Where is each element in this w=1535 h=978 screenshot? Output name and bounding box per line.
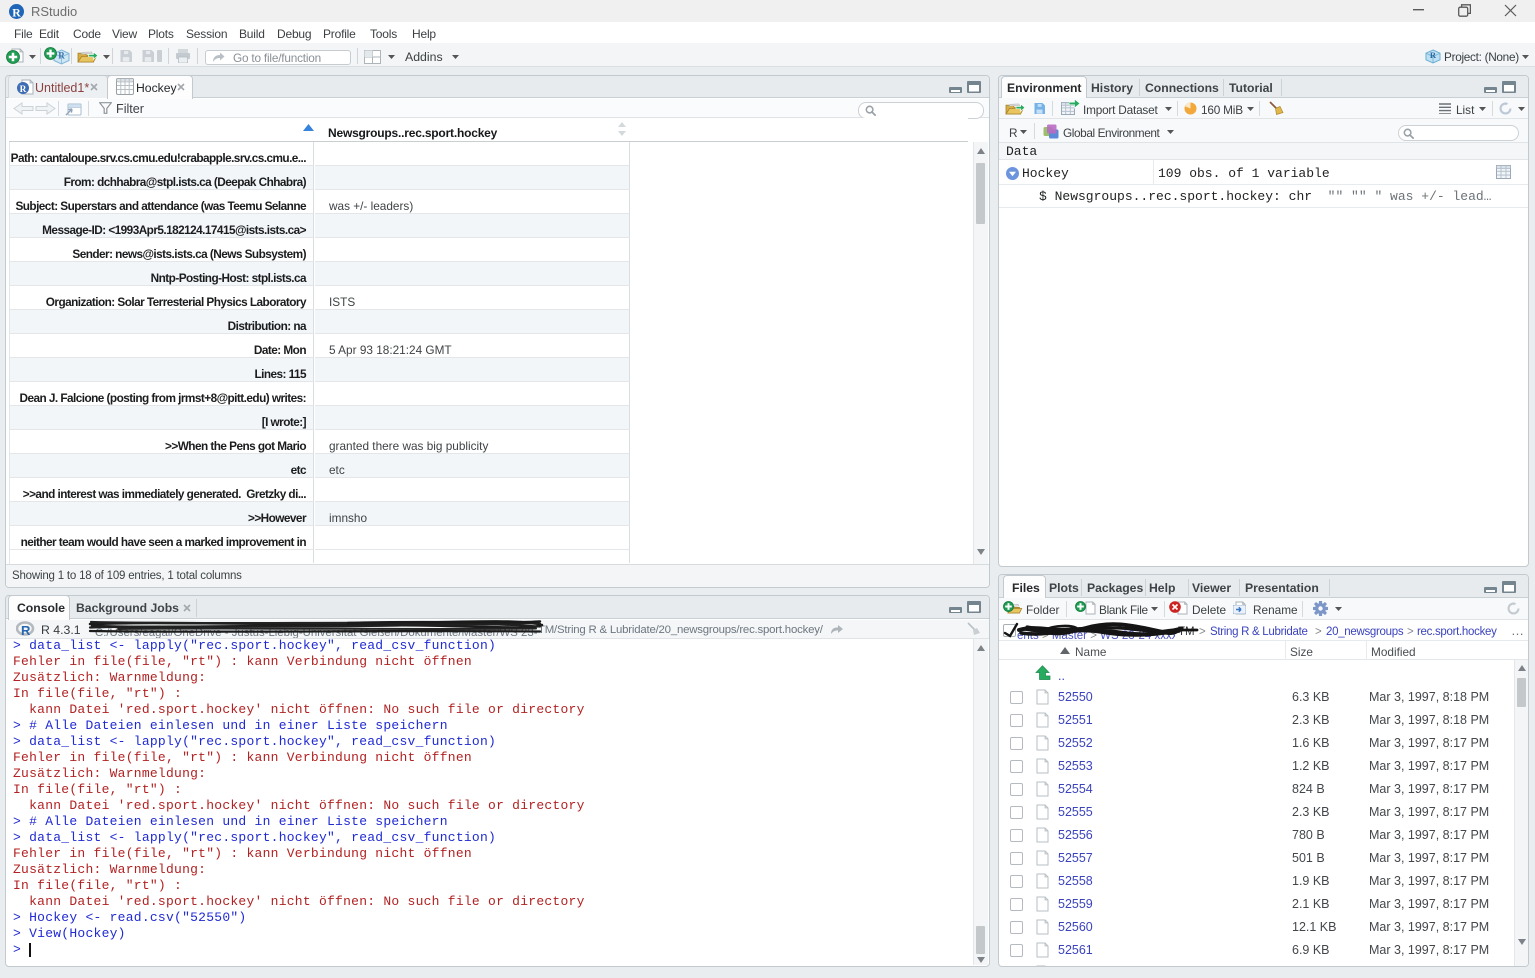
svg-text:R: R [1430, 50, 1437, 60]
svg-text:R: R [58, 51, 65, 61]
svg-text:R: R [21, 623, 31, 637]
svg-text:R: R [12, 6, 21, 19]
svg-text:R: R [20, 85, 27, 94]
